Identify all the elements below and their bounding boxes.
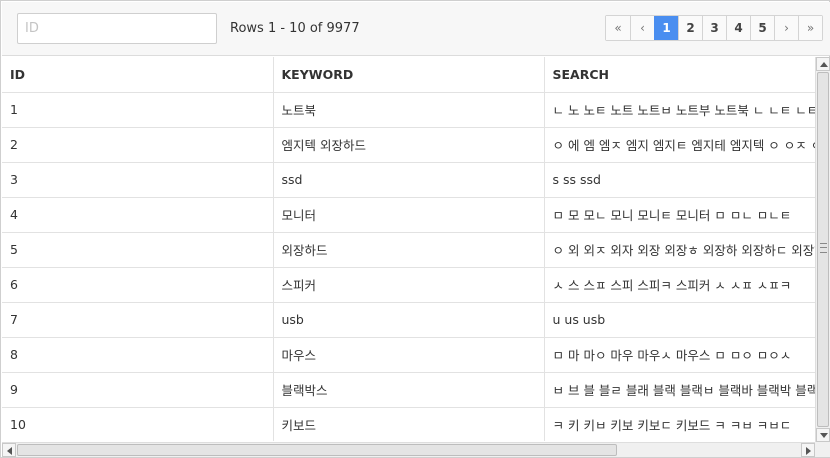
cell-id: 10 <box>2 407 274 441</box>
table-row[interactable]: 8 마우스 ㅁ 마 마ㅇ 마우 마우ㅅ 마우스 ㅁ ㅁㅇ ㅁㅇㅅ <box>2 337 815 373</box>
cell-id: 6 <box>2 267 274 303</box>
vertical-scrollbar[interactable] <box>815 57 830 442</box>
page-button-4[interactable]: 4 <box>726 16 750 40</box>
column-header-keyword[interactable]: KEYWORD <box>273 57 545 93</box>
table-row[interactable]: 1 노트북 ㄴ 노 노ㅌ 노트 노트ㅂ 노트부 노트북 ㄴ ㄴㅌ ㄴㅌㅂ <box>2 92 815 128</box>
cell-keyword: ssd <box>273 162 545 198</box>
cell-search: s ss ssd <box>544 162 815 198</box>
cell-id: 2 <box>2 127 274 163</box>
cell-keyword: 엠지텍 외장하드 <box>273 127 545 163</box>
page-button-5[interactable]: 5 <box>750 16 774 40</box>
cell-id: 7 <box>2 302 274 338</box>
results-table-viewport: ID KEYWORD SEARCH 1 노트북 ㄴ 노 노ㅌ 노트 노트ㅂ 노트… <box>2 57 815 441</box>
cell-keyword: 노트북 <box>273 92 545 128</box>
cell-keyword: 마우스 <box>273 337 545 373</box>
cell-search: u us usb <box>544 302 815 338</box>
page-button-1[interactable]: 1 <box>654 16 678 40</box>
cell-id: 5 <box>2 232 274 268</box>
cell-search: ㅅ 스 스ㅍ 스피 스피ㅋ 스피커 ㅅ ㅅㅍ ㅅㅍㅋ <box>544 267 815 303</box>
cell-search: ㅁ 모 모ㄴ 모니 모니ㅌ 모니터 ㅁ ㅁㄴ ㅁㄴㅌ <box>544 197 815 233</box>
horizontal-scrollbar[interactable] <box>2 442 815 457</box>
horizontal-scroll-thumb[interactable] <box>17 444 617 456</box>
cell-search: ㅂ 브 블 블ㄹ 블래 블랙 블랙ㅂ 블랙바 블랙박 블랙박스 <box>544 372 815 408</box>
table-row[interactable]: 9 블랙박스 ㅂ 브 블 블ㄹ 블래 블랙 블랙ㅂ 블랙바 블랙박 블랙박스 <box>2 372 815 408</box>
table-row[interactable]: 5 외장하드 ㅇ 외 외ㅈ 외자 외장 외장ㅎ 외장하 외장하ㄷ 외장하드 <box>2 232 815 268</box>
rows-info-text: Rows 1 - 10 of 9977 <box>230 21 360 36</box>
scroll-right-arrow-icon[interactable] <box>801 443 815 457</box>
cell-keyword: 키보드 <box>273 407 545 441</box>
page-button-2[interactable]: 2 <box>678 16 702 40</box>
cell-id: 9 <box>2 372 274 408</box>
table-row[interactable]: 2 엠지텍 외장하드 ㅇ 에 엠 엠ㅈ 엠지 엠지ㅌ 엠지테 엠지텍 ㅇ ㅇㅈ … <box>2 127 815 163</box>
table-header-row: ID KEYWORD SEARCH <box>2 57 815 93</box>
results-table: ID KEYWORD SEARCH 1 노트북 ㄴ 노 노ㅌ 노트 노트ㅂ 노트… <box>2 57 815 441</box>
grip-icon <box>820 243 827 253</box>
cell-search: ㅇ 외 외ㅈ 외자 외장 외장ㅎ 외장하 외장하ㄷ 외장하드 <box>544 232 815 268</box>
cell-keyword: 모니터 <box>273 197 545 233</box>
cell-search: ㅋ 키 키ㅂ 키보 키보ㄷ 키보드 ㅋ ㅋㅂ ㅋㅂㄷ <box>544 407 815 441</box>
pagination: « ‹ 1 2 3 4 5 › » <box>605 15 823 41</box>
first-page-button[interactable]: « <box>606 16 630 40</box>
column-header-search[interactable]: SEARCH <box>544 57 815 93</box>
page-button-3[interactable]: 3 <box>702 16 726 40</box>
table-row[interactable]: 3 ssd s ss ssd <box>2 162 815 198</box>
cell-search: ㅇ 에 엠 엠ㅈ 엠지 엠지ㅌ 엠지테 엠지텍 ㅇ ㅇㅈ ㅇㅈㅌ <box>544 127 815 163</box>
id-filter-input[interactable] <box>17 13 217 44</box>
cell-keyword: usb <box>273 302 545 338</box>
cell-id: 8 <box>2 337 274 373</box>
table-row[interactable]: 10 키보드 ㅋ 키 키ㅂ 키보 키보ㄷ 키보드 ㅋ ㅋㅂ ㅋㅂㄷ <box>2 407 815 441</box>
table-row[interactable]: 6 스피커 ㅅ 스 스ㅍ 스피 스피ㅋ 스피커 ㅅ ㅅㅍ ㅅㅍㅋ <box>2 267 815 303</box>
prev-page-button[interactable]: ‹ <box>630 16 654 40</box>
table-row[interactable]: 7 usb u us usb <box>2 302 815 338</box>
cell-keyword: 스피커 <box>273 267 545 303</box>
cell-keyword: 블랙박스 <box>273 372 545 408</box>
last-page-button[interactable]: » <box>798 16 822 40</box>
scroll-up-arrow-icon[interactable] <box>816 57 830 71</box>
cell-id: 4 <box>2 197 274 233</box>
scroll-left-arrow-icon[interactable] <box>2 443 16 457</box>
cell-keyword: 외장하드 <box>273 232 545 268</box>
cell-search: ㅁ 마 마ㅇ 마우 마우ㅅ 마우스 ㅁ ㅁㅇ ㅁㅇㅅ <box>544 337 815 373</box>
cell-search: ㄴ 노 노ㅌ 노트 노트ㅂ 노트부 노트북 ㄴ ㄴㅌ ㄴㅌㅂ <box>544 92 815 128</box>
cell-id: 1 <box>2 92 274 128</box>
table-row[interactable]: 4 모니터 ㅁ 모 모ㄴ 모니 모니ㅌ 모니터 ㅁ ㅁㄴ ㅁㄴㅌ <box>2 197 815 233</box>
column-header-id[interactable]: ID <box>2 57 274 93</box>
scroll-down-arrow-icon[interactable] <box>816 428 830 442</box>
grid-toolbar: Rows 1 - 10 of 9977 « ‹ 1 2 3 4 5 › » <box>2 2 830 56</box>
cell-id: 3 <box>2 162 274 198</box>
vertical-scroll-thumb[interactable] <box>817 72 829 427</box>
data-grid-panel: Rows 1 - 10 of 9977 « ‹ 1 2 3 4 5 › » ID… <box>0 0 830 458</box>
scrollbar-corner <box>815 442 830 457</box>
next-page-button[interactable]: › <box>774 16 798 40</box>
